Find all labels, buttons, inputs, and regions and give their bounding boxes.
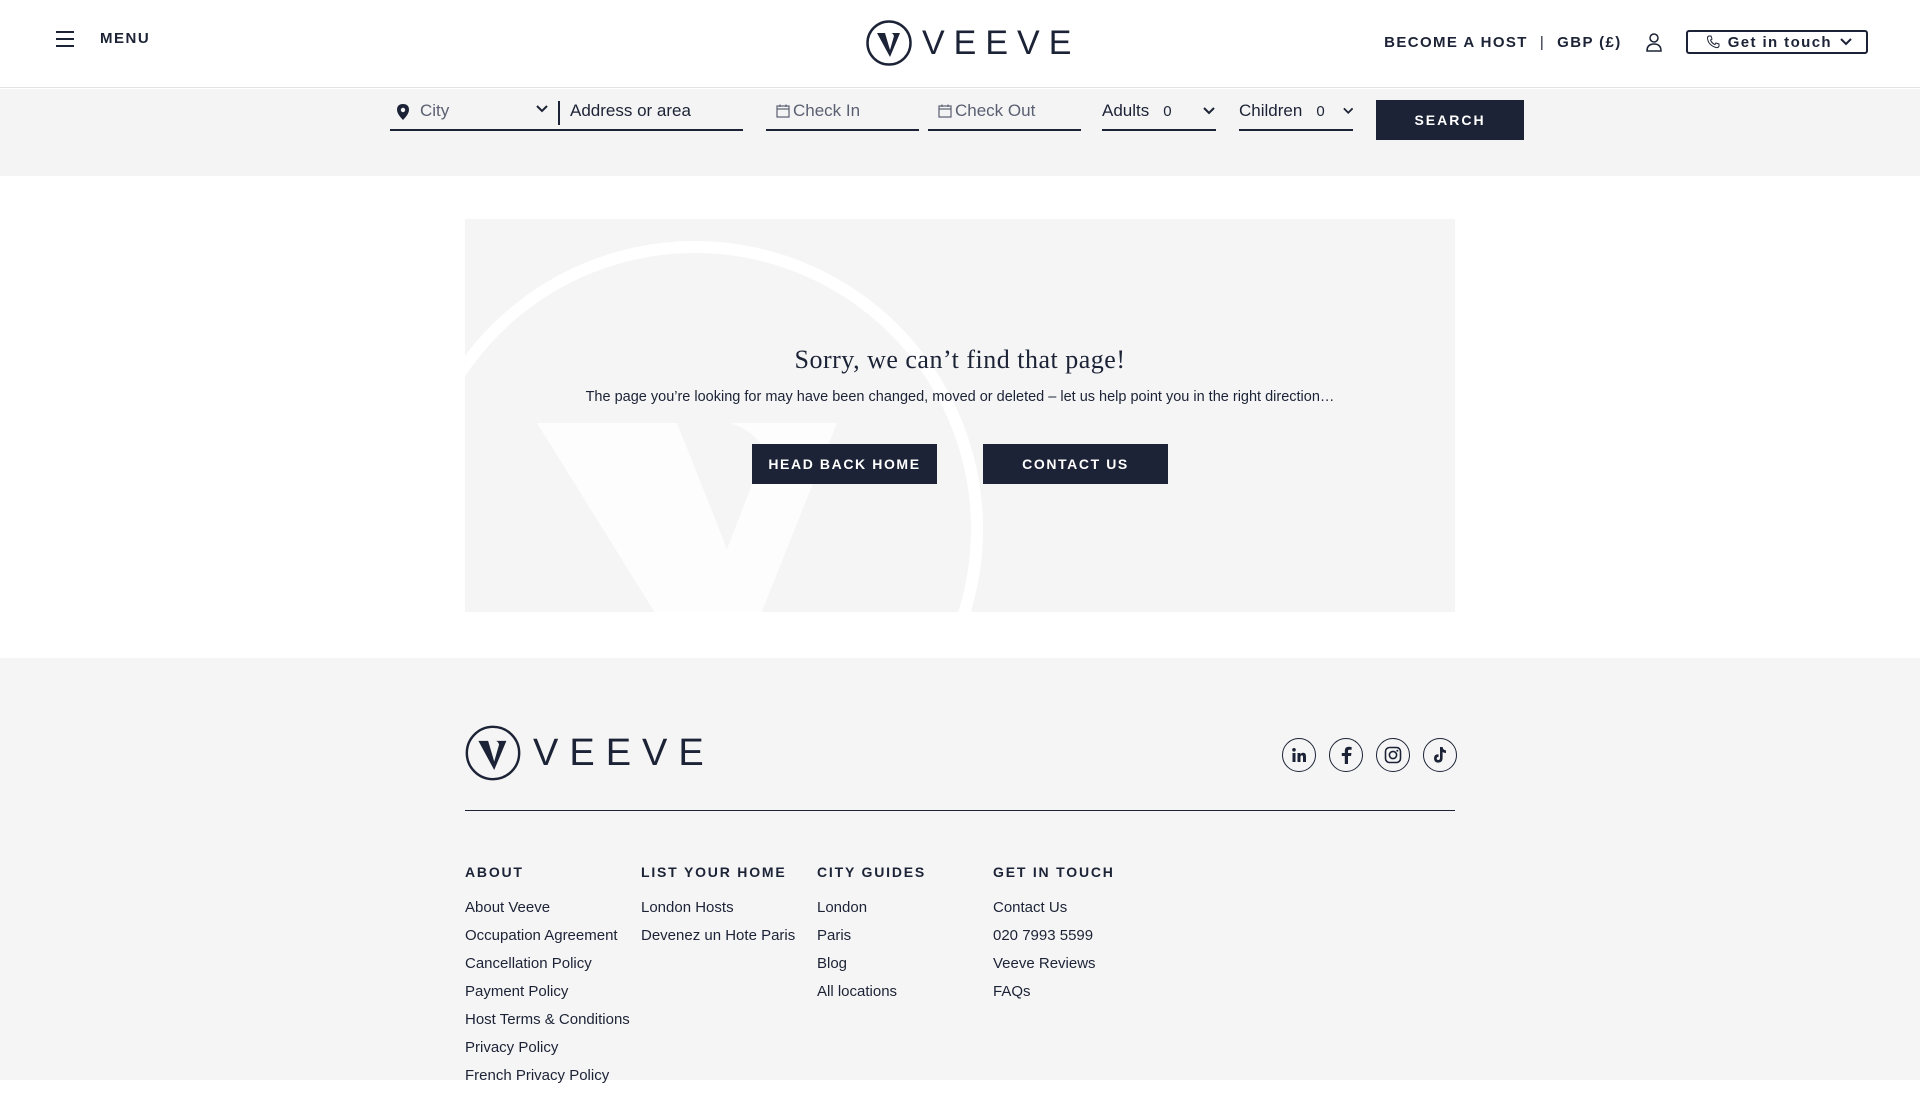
check-out-label: Check Out <box>955 101 1036 120</box>
footer-logo-text: VEEVE <box>533 731 715 774</box>
chevron-down-icon <box>1342 107 1353 114</box>
user-icon[interactable] <box>1644 32 1664 52</box>
linkedin-icon[interactable] <box>1282 738 1316 772</box>
error-title: Sorry, we can’t find that page! <box>794 345 1126 374</box>
footer-link-all-locations[interactable]: All locations <box>817 984 926 1012</box>
check-out-field[interactable]: Check Out <box>928 101 1081 131</box>
site-footer: VEEVE ABOUT About Veeve Occupation Agree… <box>0 658 1920 1084</box>
footer-link-payment-policy[interactable]: Payment Policy <box>465 984 630 1012</box>
footer-link-privacy-policy[interactable]: Privacy Policy <box>465 1040 630 1068</box>
become-host-link[interactable]: BECOME A HOST <box>1384 34 1528 51</box>
footer-link-faqs[interactable]: FAQs <box>993 984 1115 1012</box>
city-select[interactable]: City <box>420 101 536 121</box>
location-field: City Address or area <box>390 101 743 131</box>
logo-text: VEEVE <box>922 23 1081 62</box>
field-divider <box>558 101 560 125</box>
chevron-down-icon[interactable] <box>536 104 548 114</box>
footer-link-veeve-reviews[interactable]: Veeve Reviews <box>993 956 1115 984</box>
footer-link-devenez-hote-paris[interactable]: Devenez un Hote Paris <box>641 928 795 956</box>
footer-link-about-veeve[interactable]: About Veeve <box>465 900 630 928</box>
menu-button[interactable]: MENU <box>56 30 150 47</box>
facebook-icon[interactable] <box>1329 738 1363 772</box>
veeve-logo-icon <box>465 725 521 781</box>
veeve-logo-icon <box>866 20 912 66</box>
children-label: Children <box>1239 101 1303 120</box>
footer-column-about: ABOUT About Veeve Occupation Agreement C… <box>465 864 630 1096</box>
error-message: The page you’re looking for may have bee… <box>585 389 1335 405</box>
footer-heading: CITY GUIDES <box>817 864 927 880</box>
address-input[interactable]: Address or area <box>570 101 691 121</box>
footer-link-blog[interactable]: Blog <box>817 956 926 984</box>
contact-us-button[interactable]: CONTACT US <box>983 444 1168 484</box>
header-separator: | <box>1539 33 1546 51</box>
footer-column-city-guides: CITY GUIDES London Paris Blog All locati… <box>817 864 926 1012</box>
search-bar: City Address or area Check In Check Out … <box>0 89 1920 176</box>
calendar-icon <box>938 104 952 118</box>
head-back-home-button[interactable]: HEAD BACK HOME <box>752 444 937 484</box>
children-value: 0 <box>1316 103 1325 120</box>
footer-link-phone[interactable]: 020 7993 5599 <box>993 928 1115 956</box>
adults-label: Adults <box>1102 101 1150 120</box>
footer-logo[interactable]: VEEVE <box>465 725 715 781</box>
check-in-label: Check In <box>793 101 861 120</box>
footer-column-list-your-home: LIST YOUR HOME London Hosts Devenez un H… <box>641 864 795 956</box>
menu-label: MENU <box>100 30 151 47</box>
logo-watermark-icon <box>465 241 983 612</box>
chevron-down-icon <box>1840 38 1852 46</box>
site-header: MENU VEEVE BECOME A HOST | GBP (£) Get i… <box>0 0 1920 88</box>
footer-link-occupation-agreement[interactable]: Occupation Agreement <box>465 928 630 956</box>
calendar-icon <box>776 104 790 118</box>
site-logo[interactable]: VEEVE <box>866 20 1080 66</box>
map-pin-icon <box>397 104 409 120</box>
error-panel: Sorry, we can’t find that page! The page… <box>465 219 1455 612</box>
footer-heading: GET IN TOUCH <box>993 864 1115 880</box>
footer-link-french-privacy-policy[interactable]: French Privacy Policy <box>465 1068 630 1096</box>
phone-icon <box>1706 35 1720 49</box>
footer-link-london[interactable]: London <box>817 900 926 928</box>
currency-selector[interactable]: GBP (£) <box>1557 34 1622 51</box>
footer-link-host-terms[interactable]: Host Terms & Conditions <box>465 1012 630 1040</box>
header-actions: BECOME A HOST | GBP (£) Get in touch <box>1384 30 1868 54</box>
footer-link-cancellation-policy[interactable]: Cancellation Policy <box>465 956 630 984</box>
children-select[interactable]: Children 0 <box>1239 101 1353 131</box>
social-links <box>1282 738 1457 772</box>
footer-heading: ABOUT <box>465 864 524 880</box>
footer-link-london-hosts[interactable]: London Hosts <box>641 900 795 928</box>
search-button[interactable]: SEARCH <box>1376 100 1524 140</box>
hamburger-icon <box>56 30 74 47</box>
footer-link-paris[interactable]: Paris <box>817 928 926 956</box>
footer-divider <box>465 810 1455 811</box>
instagram-icon[interactable] <box>1376 738 1410 772</box>
adults-select[interactable]: Adults 0 <box>1102 101 1216 131</box>
footer-heading: LIST YOUR HOME <box>641 864 787 880</box>
get-in-touch-label: Get in touch <box>1727 33 1832 51</box>
footer-link-contact-us[interactable]: Contact Us <box>993 900 1115 928</box>
check-in-field[interactable]: Check In <box>766 101 919 131</box>
adults-value: 0 <box>1163 103 1172 120</box>
tiktok-icon[interactable] <box>1423 738 1457 772</box>
footer-column-get-in-touch: GET IN TOUCH Contact Us 020 7993 5599 Ve… <box>993 864 1115 1012</box>
get-in-touch-button[interactable]: Get in touch <box>1685 30 1868 54</box>
chevron-down-icon <box>1203 107 1215 115</box>
